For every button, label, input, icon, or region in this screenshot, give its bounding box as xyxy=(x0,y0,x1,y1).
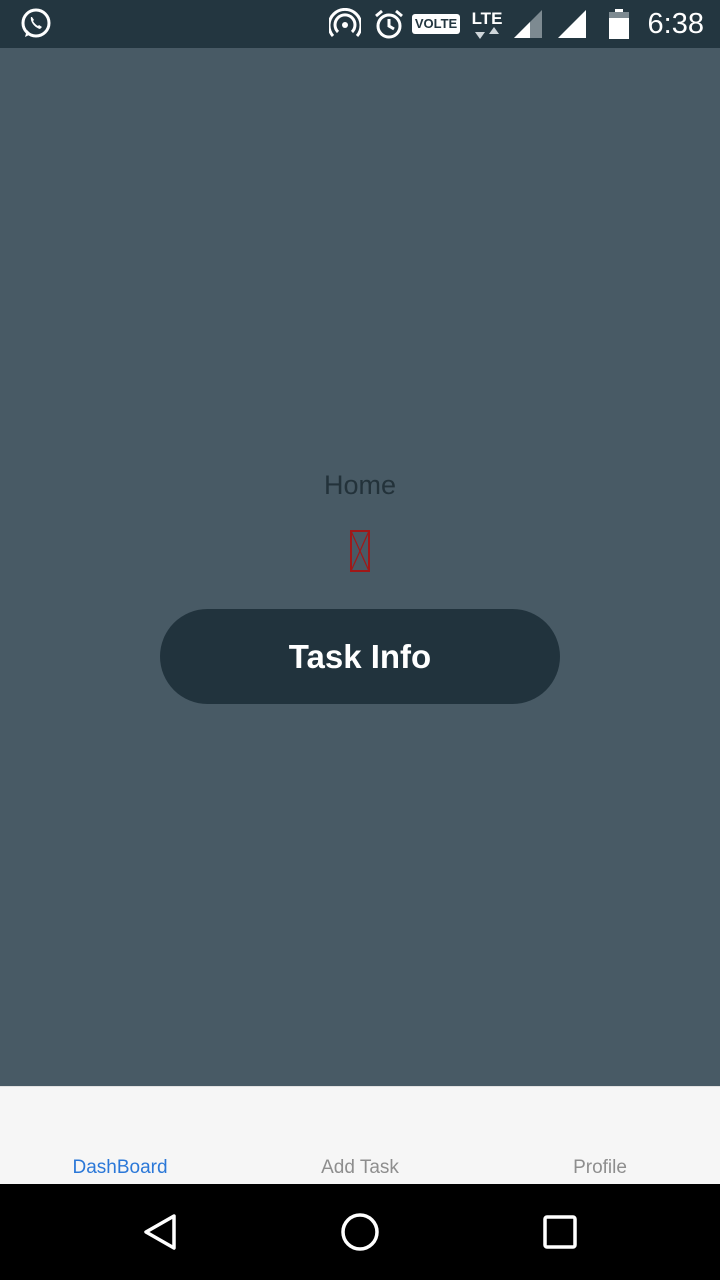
app-screen: VOLTE LTE 6:38 Home Task Info DashBoard … xyxy=(0,0,720,1280)
hotspot-icon xyxy=(328,0,362,48)
lte-data-icon: LTE xyxy=(466,0,508,48)
tab-dashboard[interactable]: DashBoard xyxy=(0,1087,240,1185)
tab-label-profile: Profile xyxy=(573,1157,627,1178)
back-icon[interactable] xyxy=(136,1208,184,1256)
tab-label-dashboard: DashBoard xyxy=(72,1157,168,1178)
signal-icon xyxy=(510,0,546,48)
broken-image-icon xyxy=(350,530,370,572)
lte-label: LTE xyxy=(471,8,503,28)
tab-profile[interactable]: Profile xyxy=(480,1087,720,1185)
signal-icon xyxy=(554,0,590,48)
volte-badge: VOLTE xyxy=(411,14,461,34)
recents-icon[interactable] xyxy=(536,1208,584,1256)
system-nav-bar xyxy=(0,1184,720,1280)
whatsapp-icon xyxy=(16,0,56,48)
bottom-tab-bar: DashBoard Add Task Profile xyxy=(0,1086,720,1184)
battery-icon xyxy=(604,0,634,48)
task-info-button[interactable]: Task Info xyxy=(160,609,560,704)
alarm-icon xyxy=(372,0,406,48)
tab-add-task[interactable]: Add Task xyxy=(240,1087,480,1185)
tab-label-add-task: Add Task xyxy=(321,1157,399,1178)
status-bar: VOLTE LTE 6:38 xyxy=(0,0,720,48)
page-title: Home xyxy=(323,470,397,500)
home-icon[interactable] xyxy=(336,1208,384,1256)
volte-icon: VOLTE xyxy=(411,0,461,48)
status-time: 6:38 xyxy=(647,8,704,40)
